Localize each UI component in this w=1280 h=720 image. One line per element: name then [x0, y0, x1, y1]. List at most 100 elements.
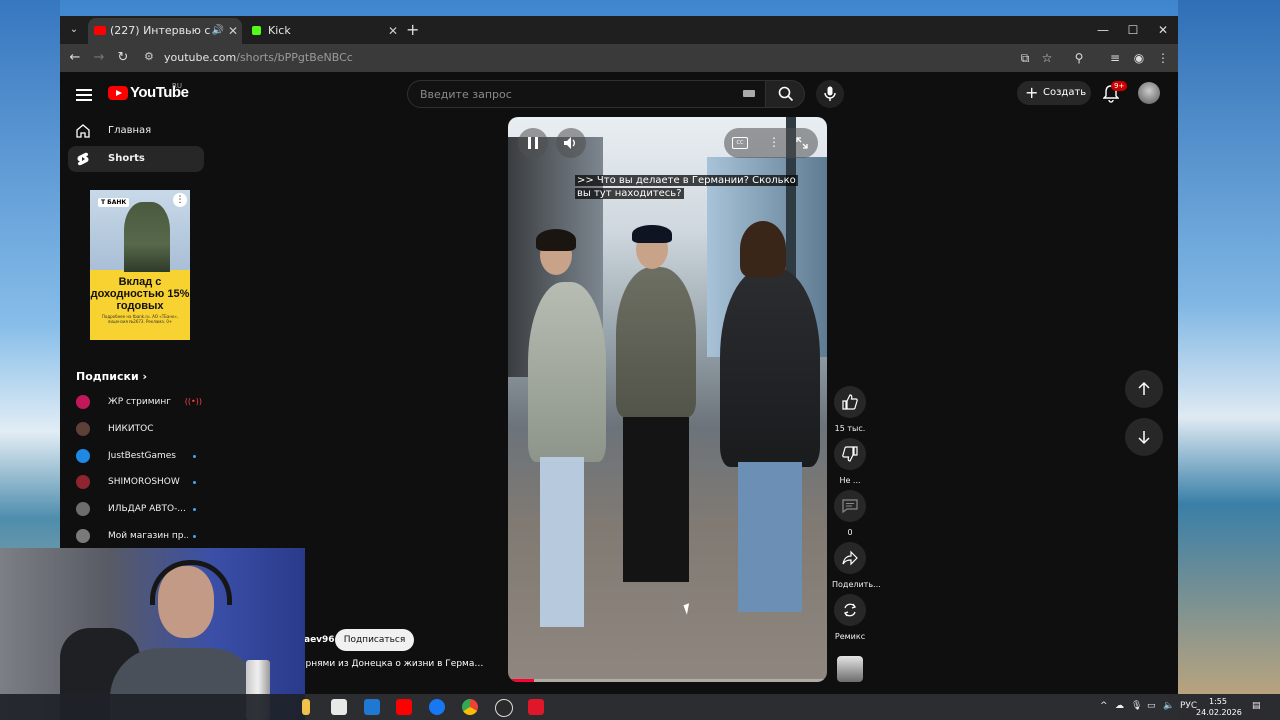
ad-more-icon[interactable]: ⋮: [173, 193, 187, 207]
like-button[interactable]: 15 тыс.: [832, 386, 868, 433]
subtitle-caption: >> Что вы делаете в Германии? Сколько вы…: [575, 174, 801, 200]
menu-icon[interactable]: [76, 86, 92, 104]
tray-chevron-up-icon[interactable]: ^: [1100, 701, 1108, 711]
close-tab-icon[interactable]: ✕: [228, 18, 238, 44]
subscribe-button[interactable]: Подписаться: [335, 629, 414, 651]
url-path: /shorts/bPPgtBeNBCc: [236, 51, 353, 64]
search-input[interactable]: [418, 84, 722, 104]
back-icon[interactable]: ←: [66, 49, 84, 67]
more-options-icon[interactable]: ⋮: [768, 135, 780, 149]
video-person-interviewer: [528, 282, 606, 462]
video-title[interactable]: арнями из Донецка о жизни в Германии ...: [300, 659, 488, 669]
facebook-icon[interactable]: [429, 699, 445, 715]
speaker-icon[interactable]: 🔊: [212, 18, 224, 44]
obs-icon[interactable]: [495, 699, 513, 717]
voice-search-button[interactable]: [816, 80, 844, 108]
extensions-icon[interactable]: ⚲: [1070, 49, 1088, 67]
channel-handle[interactable]: aev96: [304, 635, 335, 645]
channel-name: ЖР стриминг: [108, 397, 171, 407]
sidebar-ad[interactable]: Т БАНК ⋮ Вклад с доходностью 15% годовых…: [90, 190, 190, 340]
remix-button[interactable]: Ремикс: [832, 594, 868, 641]
subscription-item[interactable]: Мой магазин пр...: [76, 526, 206, 546]
shorts-video-player[interactable]: CC ⋮ >> Что вы делаете в Германии? Сколь…: [508, 117, 827, 682]
subscription-item[interactable]: ЖР стриминг ((•)): [76, 392, 206, 412]
sound-source-thumbnail[interactable]: [837, 656, 863, 682]
captions-button[interactable]: CC: [732, 137, 748, 149]
reload-icon[interactable]: ↻: [114, 49, 132, 67]
volume-icon: [564, 137, 575, 149]
bookmark-star-icon[interactable]: ☆: [1038, 49, 1056, 67]
channel-name: JustBestGames: [108, 451, 176, 461]
close-tab-icon[interactable]: ✕: [388, 18, 398, 44]
comments-button[interactable]: 0: [832, 490, 868, 537]
tab-search-chevron-icon[interactable]: ⌄: [66, 22, 82, 38]
channel-avatar: [76, 529, 90, 543]
profile-icon[interactable]: ◉: [1130, 49, 1148, 67]
kick-favicon-icon: [252, 26, 261, 35]
subscriptions-title: Подписки: [76, 370, 139, 383]
notification-badge: 9+: [1111, 81, 1128, 91]
media-queue-icon[interactable]: ≡: [1106, 49, 1124, 67]
tab-youtube[interactable]: (227) Интервью с парнями из Донецка о жи…: [88, 18, 242, 44]
pause-button[interactable]: [518, 128, 548, 158]
sidebar-item-shorts[interactable]: Shorts: [68, 146, 204, 172]
input-language[interactable]: РУС: [1180, 701, 1197, 711]
url-field[interactable]: youtube.com/shorts/bPPgtBeNBCc: [164, 51, 353, 64]
store-icon[interactable]: [331, 699, 347, 715]
dislike-button[interactable]: Не ...: [832, 438, 868, 485]
subscription-item[interactable]: ИЛЬДАР АВТО-...: [76, 499, 206, 519]
share-label: Поделить...: [832, 580, 881, 589]
forward-icon[interactable]: →: [90, 49, 108, 67]
shorts-icon: [77, 152, 89, 166]
subscription-item[interactable]: НИКИТОС: [76, 419, 206, 439]
site-info-icon[interactable]: ⚙: [144, 50, 154, 63]
ad-bank-logo: Т БАНК: [98, 198, 130, 207]
system-clock[interactable]: 1:55 24.02.2026: [1196, 696, 1242, 718]
tray-display-icon[interactable]: ▭: [1147, 701, 1156, 711]
create-button[interactable]: + Создать: [1017, 81, 1091, 105]
next-short-button[interactable]: [1125, 418, 1163, 456]
channel-name: ИЛЬДАР АВТО-...: [108, 504, 186, 514]
video-person-legs: [738, 462, 802, 612]
channel-avatar: [76, 475, 90, 489]
create-label: Создать: [1043, 87, 1087, 98]
windows-taskbar: ^ ☁ 🎙 ▭ 🔈 РУС 1:55 24.02.2026 ▤: [0, 694, 1280, 720]
video-progress-bar[interactable]: [508, 679, 827, 682]
subscription-item[interactable]: JustBestGames: [76, 446, 206, 466]
subscription-item[interactable]: SHIMOROSHOW: [76, 472, 206, 492]
sidebar-item-home[interactable]: Главная: [68, 118, 204, 144]
outlook-icon[interactable]: [364, 699, 380, 715]
youtube-app-icon[interactable]: [396, 699, 412, 715]
browser-menu-icon[interactable]: ⋮: [1154, 49, 1172, 67]
app-icon[interactable]: [528, 699, 544, 715]
keyboard-icon[interactable]: [743, 90, 755, 97]
arrow-up-icon: [1138, 381, 1150, 395]
ad-fine-print: Подробнее на tbank.ru. АО «ТБанк», лицен…: [101, 314, 179, 324]
fullscreen-icon[interactable]: [796, 137, 808, 149]
search-button[interactable]: [765, 80, 805, 108]
thumbs-up-icon: [842, 394, 858, 410]
youtube-favicon-icon: [94, 26, 106, 35]
chrome-icon[interactable]: [462, 699, 478, 715]
microphone-icon: [824, 86, 836, 101]
file-explorer-icon[interactable]: [302, 699, 310, 715]
close-window-icon[interactable]: ✕: [1148, 16, 1178, 44]
tray-mic-icon[interactable]: 🎙: [1131, 701, 1142, 711]
account-avatar[interactable]: [1138, 82, 1160, 104]
search-box: [407, 80, 766, 108]
youtube-play-icon: [108, 86, 128, 100]
tray-network-icon[interactable]: ☁: [1115, 701, 1124, 711]
minimize-icon[interactable]: —: [1088, 16, 1118, 44]
volume-button[interactable]: [556, 128, 586, 158]
tray-volume-icon[interactable]: 🔈: [1163, 701, 1174, 711]
tab-kick[interactable]: Kick ✕: [246, 18, 402, 44]
previous-short-button[interactable]: [1125, 370, 1163, 408]
new-tab-icon[interactable]: +: [406, 20, 419, 39]
subscriptions-header[interactable]: Подписки ›: [76, 370, 147, 383]
desktop-wallpaper-right: [1178, 0, 1280, 720]
maximize-icon[interactable]: ☐: [1118, 16, 1148, 44]
home-icon: [76, 124, 90, 138]
notification-center-icon[interactable]: ▤: [1252, 701, 1261, 711]
share-button[interactable]: Поделить...: [832, 542, 881, 589]
install-app-icon[interactable]: ⧉: [1016, 49, 1034, 67]
